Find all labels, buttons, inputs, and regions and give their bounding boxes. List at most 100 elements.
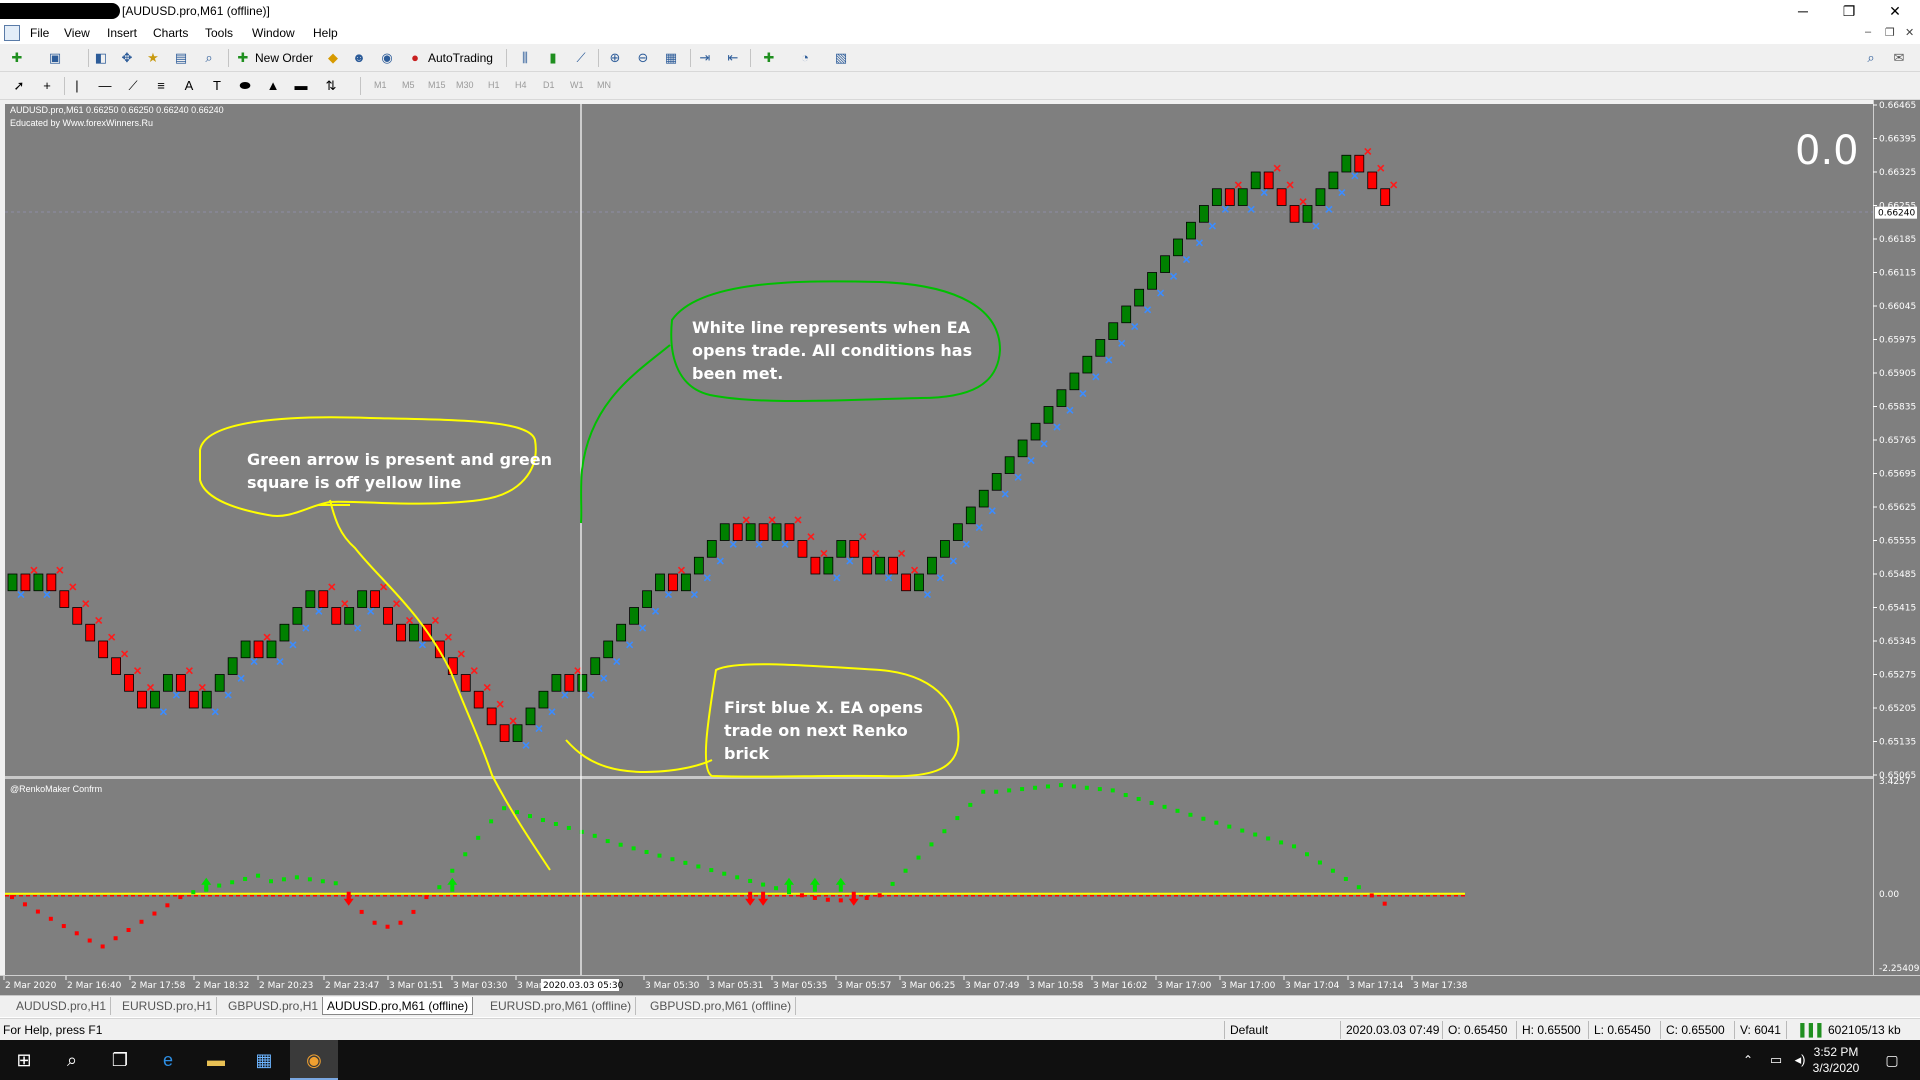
tab-audusd-m61[interactable]: AUDUSD.pro,M61 (offline) [322,997,474,1015]
internet-explorer-icon[interactable]: e [144,1040,192,1080]
big-value-label: 0.0 [1795,128,1859,174]
standard-toolbar: ✚ ▣ ◧ ✥ ★ ▤ ⌕ ✚ New Order ◆ ☻ ◉ ● AutoTr… [0,44,1920,72]
maximize-button[interactable]: ❐ [1826,0,1872,22]
profiles-icon[interactable]: ▣ [46,49,64,67]
cursor-icon[interactable]: ➚ [10,77,28,95]
timeframe-m15[interactable]: M15 [428,80,446,90]
tab-audusd-h1[interactable]: AUDUSD.pro,H1 [12,997,112,1015]
terminal-icon[interactable]: ▤ [172,49,190,67]
menu-file[interactable]: File [30,26,49,40]
metaeditor-icon[interactable]: ◆ [324,49,342,67]
vertical-line-icon[interactable]: | [68,77,86,95]
new-chart-icon[interactable]: ✚ [8,49,26,67]
horizontal-line-icon[interactable]: — [96,77,114,95]
close-button[interactable]: ✕ [1872,0,1918,22]
triangle-icon[interactable]: ▲ [264,77,282,95]
arrows-icon[interactable]: ⇅ [322,77,340,95]
connection-bars-icon: ▐▐▐ [1796,1023,1822,1037]
signals-icon[interactable]: ◉ [378,49,396,67]
zoom-in-icon[interactable]: ⊕ [606,49,624,67]
child-close-icon[interactable]: ✕ [1905,26,1914,39]
new-order-icon[interactable]: ✚ [234,49,252,67]
menu-tools[interactable]: Tools [205,26,233,40]
bar-chart-icon[interactable]: ⫼ [516,49,534,67]
timeframe-h1[interactable]: H1 [488,80,500,90]
menu-help[interactable]: Help [313,26,338,40]
search-icon[interactable]: ⌕ [1862,49,1880,67]
clock-time[interactable]: 3:52 PM [1808,1045,1864,1059]
network-app-icon[interactable]: ▦ [240,1040,288,1080]
navigator-icon[interactable]: ★ [144,49,162,67]
timeframe-m5[interactable]: M5 [402,80,415,90]
zoom-out-icon[interactable]: ⊖ [634,49,652,67]
tab-gbpusd-h1[interactable]: GBPUSD.pro,H1 [224,997,324,1015]
search-icon[interactable]: ⌕ [48,1040,96,1080]
market-watch-icon[interactable]: ◧ [92,49,110,67]
periods-icon[interactable]: ◔ [796,49,814,67]
status-profile: Default [1230,1023,1269,1037]
indicator-subwindow[interactable] [5,779,1873,975]
line-chart-icon[interactable]: ⟋ [572,49,590,67]
chat-icon[interactable]: ✉ [1890,49,1908,67]
status-help: For Help, press F1 [3,1023,103,1037]
status-close: C: 0.65500 [1666,1023,1725,1037]
status-datetime: 2020.03.03 07:49 [1346,1023,1440,1037]
timeframe-m30[interactable]: M30 [456,80,474,90]
chart-symbol-info: AUDUSD.pro,M61 0.66250 0.66250 0.66240 0… [10,105,224,115]
menu-window[interactable]: Window [252,26,295,40]
tab-eurusd-h1[interactable]: EURUSD.pro,H1 [118,997,218,1015]
autotrading-icon[interactable]: ● [406,49,424,67]
auto-scroll-icon[interactable]: ⇥ [696,49,714,67]
text-label-icon[interactable]: T [208,77,226,95]
status-open: O: 0.65450 [1448,1023,1508,1037]
price-axis [1873,100,1920,978]
channel-icon[interactable]: ≡ [152,77,170,95]
trendline-icon[interactable]: ⟋ [124,77,142,95]
menu-view[interactable]: View [64,26,90,40]
file-explorer-icon[interactable]: ▬ [192,1040,240,1080]
new-order-button[interactable]: New Order [255,51,313,65]
toolbar-separator [506,49,507,67]
time-axis [0,975,1920,995]
strategy-tester-icon[interactable]: ⌕ [200,49,218,67]
tab-eurusd-m61[interactable]: EURUSD.pro,M61 (offline) [486,997,637,1015]
chart-shift-icon[interactable]: ⇤ [724,49,742,67]
tile-windows-icon[interactable]: ▦ [662,49,680,67]
task-view-icon[interactable]: ❐ [96,1040,144,1080]
windows-start-icon[interactable]: ⊞ [0,1040,48,1080]
timeframe-mn[interactable]: MN [597,80,611,90]
status-separator [1442,1021,1443,1039]
minimize-button[interactable]: ─ [1780,0,1826,22]
ellipse-icon[interactable]: ⬬ [236,77,254,95]
toolbar-separator [228,49,229,67]
timeframe-d1[interactable]: D1 [543,80,555,90]
indicators-icon[interactable]: ✚ [760,49,778,67]
clock-date[interactable]: 3/3/2020 [1808,1061,1864,1075]
window-title: [AUDUSD.pro,M61 (offline)] [122,4,270,18]
candlestick-icon[interactable]: ▮ [544,49,562,67]
tab-gbpusd-m61[interactable]: GBPUSD.pro,M61 (offline) [646,997,797,1015]
menu-insert[interactable]: Insert [107,26,137,40]
status-bar: For Help, press F1 Default 2020.03.03 07… [0,1018,1920,1040]
rectangle-icon[interactable]: ▬ [292,77,310,95]
templates-icon[interactable]: ▧ [832,49,850,67]
timeframe-m1[interactable]: M1 [374,80,387,90]
menu-charts[interactable]: Charts [153,26,188,40]
timeframe-h4[interactable]: H4 [515,80,527,90]
crosshair-icon[interactable]: + [38,77,56,95]
child-restore-icon[interactable]: ❐ [1885,26,1895,39]
text-icon[interactable]: A [180,77,198,95]
app-icon[interactable] [4,25,20,41]
options-icon[interactable]: ☻ [350,49,368,67]
status-separator [1224,1021,1225,1039]
child-minimize-icon[interactable]: ‒ [1865,26,1871,38]
menu-bar: File View Insert Charts Tools Window Hel… [0,22,1920,44]
data-window-icon[interactable]: ✥ [118,49,136,67]
metatrader-taskbar-icon[interactable]: ◉ [290,1040,338,1080]
notifications-icon[interactable]: ▢ [1868,1040,1916,1080]
timeframe-w1[interactable]: W1 [570,80,584,90]
toolbar-separator [360,77,361,95]
price-chart[interactable] [5,104,1873,776]
title-bar: [AUDUSD.pro,M61 (offline)] ─ ❐ ✕ [0,0,1920,22]
autotrading-button[interactable]: AutoTrading [428,51,493,65]
